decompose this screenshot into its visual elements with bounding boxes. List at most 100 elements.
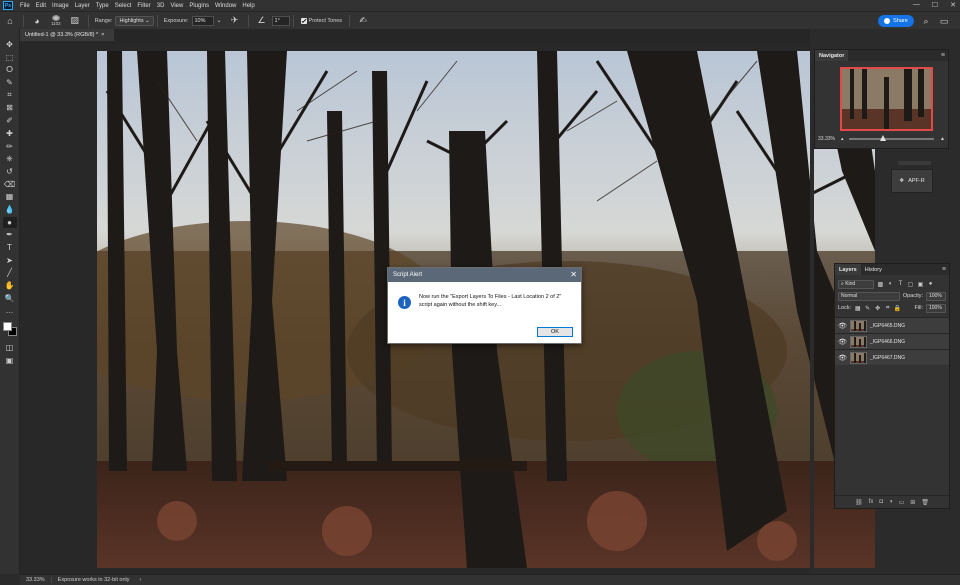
link-icon[interactable]: ⛓ xyxy=(855,499,863,506)
lock-artboard-icon[interactable]: ⌗ xyxy=(884,305,891,312)
opacity-input[interactable]: 100% xyxy=(926,291,946,301)
close-icon[interactable]: ✕ xyxy=(570,270,577,279)
lock-all-icon[interactable]: 🔒 xyxy=(894,305,901,312)
zoom-in-icon[interactable]: ▲ xyxy=(940,136,945,142)
dodge-icon[interactable]: ● xyxy=(2,216,17,228)
more-icon[interactable]: … xyxy=(3,305,17,316)
gradient-icon[interactable]: ▦ xyxy=(3,191,17,202)
shape-filter-icon[interactable]: ▢ xyxy=(907,281,914,288)
healing-icon[interactable]: ✚ xyxy=(3,128,17,139)
brush-size-preview[interactable]: 1102 xyxy=(51,15,61,26)
eyedropper-icon[interactable]: ✐ xyxy=(3,115,17,126)
zoom-level[interactable]: 33.33% xyxy=(20,577,52,583)
mask-icon[interactable]: ◘ xyxy=(879,499,883,505)
line-icon[interactable]: ╱ xyxy=(3,267,17,278)
exposure-input[interactable]: 10% xyxy=(191,15,214,26)
type-filter-icon[interactable]: T xyxy=(897,281,904,288)
chevron-right-icon[interactable]: › xyxy=(140,577,142,583)
angle-input[interactable]: 1° xyxy=(271,15,290,26)
crop-icon[interactable]: ⌗ xyxy=(3,90,17,101)
zoom-icon[interactable]: 🔍 xyxy=(3,293,17,304)
menu-filter[interactable]: Filter xyxy=(134,3,153,9)
color-swatches[interactable] xyxy=(2,322,17,337)
maximize-button[interactable]: ☐ xyxy=(932,1,938,9)
panel-menu-icon[interactable]: ≡ xyxy=(942,266,946,273)
tab-history[interactable]: History xyxy=(861,264,886,275)
brush-settings-icon[interactable]: ▨ xyxy=(69,15,81,27)
close-window-button[interactable]: ✕ xyxy=(950,1,956,9)
tab-navigator[interactable]: Navigator xyxy=(815,50,849,61)
workspace-icon[interactable]: ▭ xyxy=(938,15,950,27)
minimize-button[interactable]: — xyxy=(913,1,920,9)
eye-icon[interactable]: 👁 xyxy=(838,322,847,330)
foreground-color[interactable] xyxy=(2,322,12,332)
zoom-slider[interactable] xyxy=(849,135,935,141)
apf-r-plugin-button[interactable]: ❖ APF-R xyxy=(891,169,933,193)
tab-layers[interactable]: Layers xyxy=(835,264,861,275)
tool-preset-icon[interactable]: ◕ xyxy=(31,15,43,27)
type-icon[interactable]: T xyxy=(3,242,17,253)
eye-icon[interactable]: 👁 xyxy=(838,338,847,346)
panel-collapse-bar[interactable] xyxy=(898,161,931,165)
blur-icon[interactable]: 💧 xyxy=(3,204,17,215)
fx-icon[interactable]: fx xyxy=(869,499,874,505)
menu-image[interactable]: Image xyxy=(49,3,72,9)
menu-select[interactable]: Select xyxy=(112,3,135,9)
path-select-icon[interactable]: ➤ xyxy=(3,255,17,266)
home-icon[interactable]: ⌂ xyxy=(4,15,16,27)
pixel-filter-icon[interactable]: ▩ xyxy=(877,281,884,288)
navigator-zoom-value[interactable]: 33.33% xyxy=(818,136,835,142)
hand-icon[interactable]: ✋ xyxy=(3,280,17,291)
layer-filter-select[interactable]: ⌕ Kind xyxy=(838,279,874,289)
lock-pixels-icon[interactable]: ▦ xyxy=(854,305,861,312)
eye-icon[interactable]: 👁 xyxy=(838,354,847,362)
layer-row[interactable]: 👁 _IGP6467.DNG xyxy=(835,349,949,365)
pen-icon[interactable]: ✒ xyxy=(3,229,17,240)
blend-mode-select[interactable]: Normal xyxy=(838,291,900,301)
document-tab[interactable]: Untitled-1 @ 33.3% (RGB/8) * × xyxy=(20,29,114,41)
marquee-icon[interactable]: ⬚ xyxy=(3,52,17,63)
lock-position-icon[interactable]: ✥ xyxy=(874,305,881,312)
lasso-icon[interactable]: ⵔ xyxy=(3,64,17,75)
menu-window[interactable]: Window xyxy=(212,3,239,9)
airbrush-icon[interactable]: ✈ xyxy=(229,15,241,27)
menu-type[interactable]: Type xyxy=(93,3,112,9)
menu-view[interactable]: View xyxy=(167,3,186,9)
history-brush-icon[interactable]: ↺ xyxy=(3,166,17,177)
adjustment-icon[interactable]: ◑ xyxy=(889,499,893,505)
navigator-thumbnail[interactable] xyxy=(840,67,933,131)
frame-icon[interactable]: ⊠ xyxy=(3,102,17,113)
zoom-out-icon[interactable]: ▴ xyxy=(841,136,844,142)
adjustment-filter-icon[interactable]: ◐ xyxy=(887,281,894,288)
chevron-down-icon[interactable]: ⌄ xyxy=(217,17,222,24)
menu-3d[interactable]: 3D xyxy=(154,3,168,9)
trash-icon[interactable]: 🗑 xyxy=(921,499,929,506)
quick-mask-icon[interactable]: ◫ xyxy=(3,342,17,353)
eraser-icon[interactable]: ⌫ xyxy=(3,179,17,190)
ok-button[interactable]: OK xyxy=(537,327,573,337)
protect-tones-checkbox[interactable]: Protect Tones xyxy=(300,17,342,24)
fill-input[interactable]: 100% xyxy=(926,303,946,313)
zoom-slider-knob[interactable] xyxy=(880,135,887,141)
layer-row[interactable]: 👁 _IGP6466.DNG xyxy=(835,333,949,349)
lock-paint-icon[interactable]: ✎ xyxy=(864,305,871,312)
group-icon[interactable]: ▭ xyxy=(899,499,905,506)
stamp-icon[interactable]: ⎈ xyxy=(3,153,17,164)
menu-plugins[interactable]: Plugins xyxy=(186,3,212,9)
screen-mode-icon[interactable]: ▣ xyxy=(3,355,17,366)
close-tab-icon[interactable]: × xyxy=(101,32,104,38)
new-layer-icon[interactable]: ⊞ xyxy=(910,499,915,506)
menu-file[interactable]: File xyxy=(17,3,33,9)
menu-edit[interactable]: Edit xyxy=(33,3,49,9)
range-select[interactable]: Highlights ⌄ xyxy=(115,15,154,26)
panel-menu-icon[interactable]: ≡ xyxy=(941,52,945,59)
share-button[interactable]: Share xyxy=(878,15,914,27)
smart-object-filter-icon[interactable]: ▣ xyxy=(917,281,924,288)
pressure-icon[interactable]: ✍ xyxy=(357,15,369,27)
brush-icon[interactable]: ✏ xyxy=(3,141,17,152)
layer-row[interactable]: 👁 _IGP6465.DNG xyxy=(835,317,949,333)
menu-help[interactable]: Help xyxy=(239,3,257,9)
move-icon[interactable]: ✥ xyxy=(3,39,17,50)
quick-select-icon[interactable]: ✎ xyxy=(3,77,17,88)
search-icon[interactable]: ⌕ xyxy=(920,15,932,27)
